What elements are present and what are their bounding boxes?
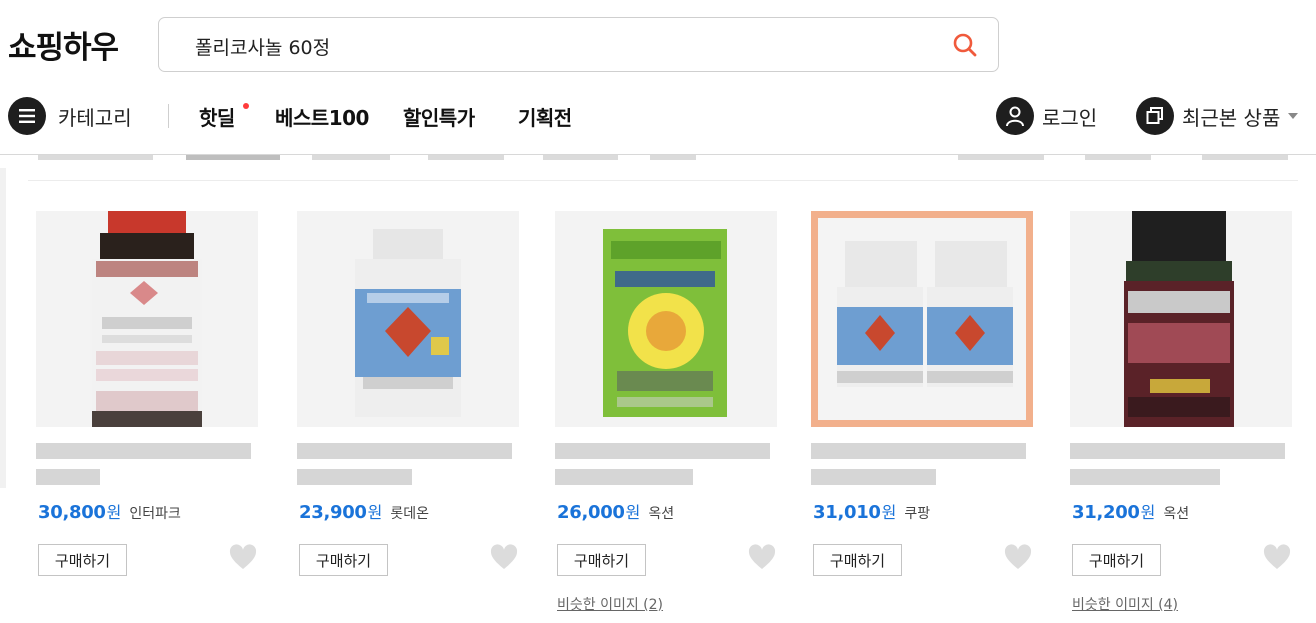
price-row: 31,200 원 옥션 xyxy=(1072,499,1189,523)
buy-button[interactable]: 구매하기 xyxy=(813,544,902,576)
nav-best100[interactable]: 베스트100 xyxy=(275,102,369,131)
search-input[interactable] xyxy=(193,30,917,62)
product-price: 26,000 xyxy=(557,502,625,523)
sort-options-strip xyxy=(0,155,1316,163)
menu-icon xyxy=(8,97,46,135)
product-card: 26,000 원 옥션 구매하기 비슷한 이미지 (2) xyxy=(555,211,781,613)
chevron-down-icon xyxy=(1288,113,1299,119)
product-price: 31,010 xyxy=(813,502,881,523)
product-image[interactable] xyxy=(811,211,1033,427)
user-icon xyxy=(996,97,1034,135)
left-scroll-edge xyxy=(0,168,6,488)
search-icon[interactable] xyxy=(950,30,980,60)
buy-button[interactable]: 구매하기 xyxy=(557,544,646,576)
mall-name: 쿠팡 xyxy=(904,506,931,522)
heart-icon[interactable] xyxy=(229,544,257,572)
mall-name: 옥션 xyxy=(1163,506,1190,522)
product-title[interactable] xyxy=(36,443,262,489)
price-row: 30,800 원 인터파크 xyxy=(38,499,181,523)
price-row: 26,000 원 옥션 xyxy=(557,499,674,523)
nav-divider xyxy=(168,104,169,128)
price-row: 31,010 원 쿠팡 xyxy=(813,499,930,523)
heart-icon[interactable] xyxy=(1263,544,1291,572)
category-button[interactable]: 카테고리 xyxy=(8,97,132,135)
product-card: 31,010 원 쿠팡 구매하기 xyxy=(811,211,1037,576)
buy-button[interactable]: 구매하기 xyxy=(1072,544,1161,576)
heart-icon[interactable] xyxy=(748,544,776,572)
product-price: 23,900 xyxy=(299,502,367,523)
site-logo[interactable]: 쇼핑하우 xyxy=(8,22,119,67)
product-image[interactable] xyxy=(555,211,777,427)
product-card: 30,800 원 인터파크 구매하기 xyxy=(36,211,262,576)
currency-label: 원 xyxy=(625,503,641,522)
main-nav: 카테고리 핫딜 베스트100 할인특가 기획전 로그인 최근본 상품 xyxy=(0,90,1316,154)
heart-icon[interactable] xyxy=(490,544,518,572)
currency-label: 원 xyxy=(106,503,122,522)
mall-name: 인터파크 xyxy=(129,506,181,522)
buy-button[interactable]: 구매하기 xyxy=(38,544,127,576)
new-badge-dot xyxy=(243,103,249,109)
product-card: 23,900 원 롯데온 구매하기 xyxy=(297,211,523,576)
price-row: 23,900 원 롯데온 xyxy=(299,499,429,523)
login-button[interactable]: 로그인 xyxy=(996,97,1097,135)
nav-discount[interactable]: 할인특가 xyxy=(403,102,475,131)
product-price: 31,200 xyxy=(1072,502,1140,523)
recent-items-icon xyxy=(1136,97,1174,135)
nav-hotdeal[interactable]: 핫딜 xyxy=(199,102,235,131)
heart-icon[interactable] xyxy=(1004,544,1032,572)
mall-name: 옥션 xyxy=(648,506,675,522)
product-price: 30,800 xyxy=(38,502,106,523)
similar-images-link[interactable]: 비슷한 이미지 (4) xyxy=(1072,594,1178,614)
product-title[interactable] xyxy=(555,443,781,489)
currency-label: 원 xyxy=(1140,503,1156,522)
currency-label: 원 xyxy=(881,503,897,522)
product-image[interactable] xyxy=(1070,211,1292,427)
similar-images-link[interactable]: 비슷한 이미지 (2) xyxy=(557,594,663,614)
buy-button[interactable]: 구매하기 xyxy=(299,544,388,576)
product-image[interactable] xyxy=(36,211,258,427)
search-bar xyxy=(158,17,999,72)
category-label: 카테고리 xyxy=(58,105,132,130)
login-label: 로그인 xyxy=(1042,105,1098,130)
sort-strip-divider xyxy=(28,180,1298,181)
product-card: 31,200 원 옥션 구매하기 비슷한 이미지 (4) xyxy=(1070,211,1296,613)
product-image[interactable] xyxy=(297,211,519,427)
product-title[interactable] xyxy=(297,443,523,489)
recent-items-button[interactable]: 최근본 상품 xyxy=(1136,97,1299,135)
product-title[interactable] xyxy=(1070,443,1296,489)
mall-name: 롯데온 xyxy=(390,506,430,522)
product-title[interactable] xyxy=(811,443,1037,489)
nav-special[interactable]: 기획전 xyxy=(518,102,572,131)
recent-items-label: 최근본 상품 xyxy=(1182,105,1281,130)
currency-label: 원 xyxy=(367,503,383,522)
